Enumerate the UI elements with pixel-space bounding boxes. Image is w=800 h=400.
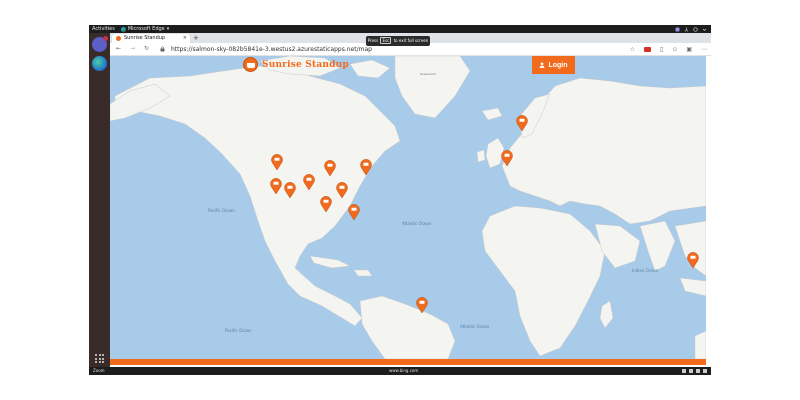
brand-name: Sunrise Standup [262, 59, 349, 70]
address-bar-actions: ☆ ▯ ✩ ▣ ⋯ [630, 45, 707, 54]
map-pin-seattle[interactable] [271, 154, 283, 170]
map-pin-dallas[interactable] [320, 196, 332, 212]
collections-icon[interactable]: ▣ [686, 45, 692, 54]
reload-button[interactable]: ↻ [144, 45, 149, 52]
map-pin-london[interactable] [501, 150, 513, 166]
status-icon [689, 369, 693, 373]
show-apps-icon[interactable] [95, 354, 104, 363]
status-icon [696, 369, 700, 373]
teams-tray-icon[interactable] [675, 27, 680, 32]
map-label-atlantic-north: Atlantic Ocean [402, 221, 432, 226]
lock-icon[interactable] [160, 46, 165, 52]
map-label-greenland: Greenland [420, 72, 436, 76]
new-tab-button[interactable]: + [193, 33, 199, 43]
close-tab-icon[interactable]: × [183, 34, 187, 43]
notification-badge [103, 36, 108, 41]
split-screen-icon[interactable]: ▯ [660, 45, 663, 54]
forward-button[interactable]: → [130, 45, 135, 52]
map-pin-los-angeles[interactable] [284, 182, 296, 198]
fullscreen-hint-key: Esc [380, 37, 392, 44]
world-map[interactable]: Pacific Ocean Atlantic Ocean Pacific Oce… [110, 56, 706, 359]
edge-icon [120, 26, 126, 32]
map-pin-sf-north[interactable] [270, 178, 282, 194]
bottom-status-bar: Zoom www.bing.com [89, 367, 711, 375]
extension-icon[interactable] [643, 47, 651, 52]
status-icon [682, 369, 686, 373]
url-input[interactable]: https://salmon-sky-082b5841e-3.westus2.a… [171, 45, 372, 54]
app-menu-label: Microsoft Edge [127, 26, 165, 32]
favorites-icon[interactable]: ✩ [672, 45, 677, 54]
chevron-down-icon[interactable] [702, 27, 707, 32]
status-icons [682, 367, 707, 373]
more-menu-icon[interactable]: ⋯ [701, 45, 707, 54]
map-pin-atlanta[interactable] [348, 204, 360, 220]
map-label-atlantic-south: Atlantic Ocean [460, 324, 490, 329]
login-button[interactable]: Login [532, 56, 575, 74]
fullscreen-hint: Press Esc to exit full screen [366, 36, 430, 46]
favicon-icon [116, 36, 121, 41]
zoom-label[interactable]: Zoom [93, 367, 105, 375]
map-label-pacific-north: Pacific Ocean [208, 208, 235, 213]
brand-logo[interactable]: Sunrise Standup [243, 57, 349, 72]
edge-icon[interactable] [92, 56, 107, 71]
map-pin-toronto[interactable] [360, 159, 372, 175]
power-icon[interactable] [693, 26, 698, 32]
map-label-indian: Indian Ocean [632, 268, 659, 273]
login-button-label: Login [548, 61, 568, 69]
system-top-bar: Activities Microsoft Edge ▾ [89, 25, 711, 33]
status-icon [703, 369, 707, 373]
map-land-layer [110, 56, 706, 359]
teams-icon[interactable] [92, 36, 108, 52]
activities-button[interactable]: Activities [92, 25, 115, 33]
back-button[interactable]: ← [116, 45, 121, 52]
user-icon [540, 62, 545, 68]
status-url: www.bing.com [389, 368, 419, 373]
fullscreen-hint-text: to exit full screen [393, 38, 429, 43]
map-label-pacific-south: Pacific Ocean [225, 328, 252, 333]
network-icon[interactable] [684, 27, 689, 32]
map-pin-denver[interactable] [303, 174, 315, 190]
map-pin-kansas[interactable] [336, 182, 348, 198]
app-menu[interactable]: Microsoft Edge ▾ [120, 25, 170, 33]
system-tray[interactable] [675, 26, 707, 32]
browser-tab[interactable]: Sunrise Standup × [112, 34, 190, 43]
map-pin-singapore[interactable] [687, 252, 699, 268]
application-dock [89, 33, 110, 367]
map-pin-chicago[interactable] [324, 160, 336, 176]
favorite-star-icon[interactable]: ☆ [630, 45, 635, 54]
coffee-cup-icon [243, 57, 258, 72]
map-footer-bar [110, 359, 706, 365]
tab-title: Sunrise Standup [124, 35, 166, 41]
fullscreen-hint-press: Press [367, 38, 379, 43]
map-pin-stockholm[interactable] [516, 115, 528, 131]
map-pin-sao-paulo[interactable] [416, 297, 428, 313]
chevron-down-icon: ▾ [166, 26, 170, 32]
